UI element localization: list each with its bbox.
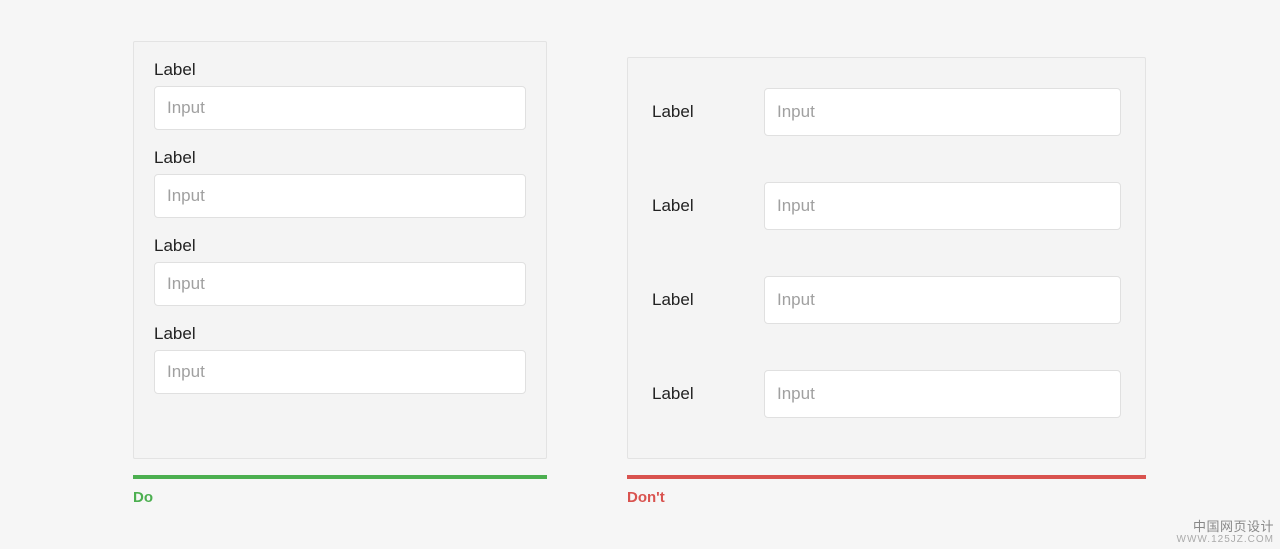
dont-caption: Don't [627,489,665,506]
field-label: Label [652,102,764,122]
form-field: Label [154,324,526,394]
field-label: Label [652,196,764,216]
form-field: Label [652,182,1121,230]
do-caption: Do [133,489,153,506]
watermark-line-1: 中国网页设计 [1177,520,1274,534]
field-label: Label [154,236,526,256]
form-field: Label [652,276,1121,324]
text-input[interactable] [764,370,1121,418]
form-field: Label [154,60,526,130]
form-field: Label [652,88,1121,136]
text-input[interactable] [764,182,1121,230]
text-input[interactable] [154,350,526,394]
watermark: 中国网页设计 WWW.125JZ.COM [1177,520,1274,545]
field-label: Label [652,384,764,404]
do-panel: Label Label Label Label [133,41,547,459]
field-label: Label [652,290,764,310]
form-field: Label [652,370,1121,418]
field-label: Label [154,148,526,168]
dont-indicator-bar [627,475,1146,479]
field-label: Label [154,60,526,80]
text-input[interactable] [764,276,1121,324]
do-indicator-bar [133,475,547,479]
field-label: Label [154,324,526,344]
text-input[interactable] [154,86,526,130]
form-field: Label [154,148,526,218]
text-input[interactable] [154,262,526,306]
watermark-line-2: WWW.125JZ.COM [1177,534,1274,545]
dont-panel: Label Label Label Label [627,57,1146,459]
comparison-canvas: Label Label Label Label Label Label Labe… [0,0,1280,549]
text-input[interactable] [154,174,526,218]
form-field: Label [154,236,526,306]
text-input[interactable] [764,88,1121,136]
